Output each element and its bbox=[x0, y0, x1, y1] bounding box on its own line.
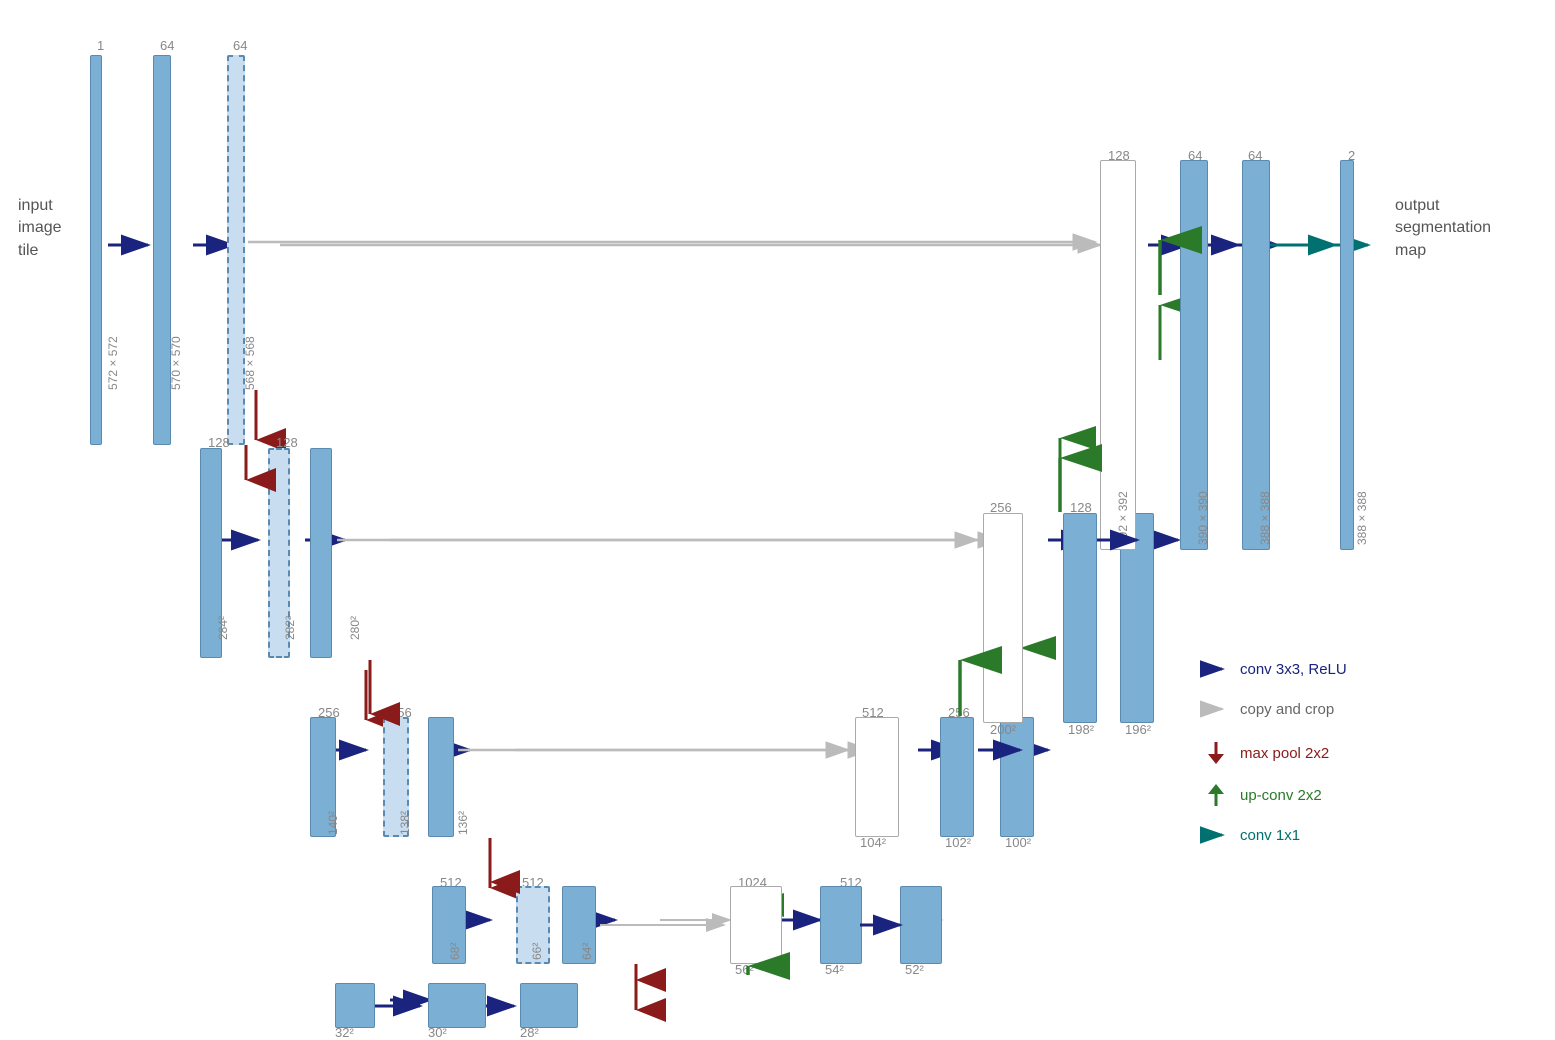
fmap-rr3-512 bbox=[855, 717, 899, 837]
fmap-r5-1024b bbox=[428, 983, 486, 1028]
size-rr1-2: 390 × 390 bbox=[1196, 491, 1210, 545]
size-r4-1: 68² bbox=[448, 943, 462, 960]
size-rr1-3: 388 × 388 bbox=[1258, 491, 1272, 545]
label-ch1-64b: 64 bbox=[233, 38, 247, 53]
size-r5-1: 32² bbox=[335, 1025, 354, 1040]
size-rr3-2: 102² bbox=[945, 835, 971, 850]
fmap-rr3-256a bbox=[940, 717, 974, 837]
legend-conv-label: conv 3x3, ReLU bbox=[1240, 661, 1347, 678]
size-r4-3: 64² bbox=[580, 943, 594, 960]
size-rr4-2: 54² bbox=[825, 962, 844, 977]
fmap-r2-128c bbox=[310, 448, 332, 658]
legend-maxpool: max pool 2x2 bbox=[1200, 742, 1329, 764]
fmap-r3-256c bbox=[428, 717, 454, 837]
size-r5-2: 30² bbox=[428, 1025, 447, 1040]
size-r2-2: 282² bbox=[283, 616, 297, 640]
fmap-r5-1024a bbox=[335, 983, 375, 1028]
size-rr2-2: 198² bbox=[1068, 722, 1094, 737]
fmap-rr2-128a bbox=[1063, 513, 1097, 723]
fmap-rr1-2 bbox=[1340, 160, 1354, 550]
size-r3-2: 138² bbox=[398, 811, 412, 835]
legend-upconv: up-conv 2x2 bbox=[1200, 784, 1322, 806]
legend-upconv-label: up-conv 2x2 bbox=[1240, 787, 1322, 804]
size-r4-2: 66² bbox=[530, 943, 544, 960]
size-r2-3: 280² bbox=[348, 616, 362, 640]
fmap-rr4-512a bbox=[820, 886, 862, 964]
fmap-rr4-1024 bbox=[730, 886, 782, 964]
fmap-rr4-512b bbox=[900, 886, 942, 964]
size-rr2-1: 200² bbox=[990, 722, 1016, 737]
output-label: outputsegmentationmap bbox=[1395, 195, 1491, 262]
legend-copy-label: copy and crop bbox=[1240, 701, 1334, 718]
fmap-rr2-256 bbox=[983, 513, 1023, 723]
legend-maxpool-label: max pool 2x2 bbox=[1240, 745, 1329, 762]
fmap-r5-1024c bbox=[520, 983, 578, 1028]
size-r1-1: 572 × 572 bbox=[106, 336, 120, 390]
size-r3-1: 140² bbox=[326, 811, 340, 835]
label-ch1-64a: 64 bbox=[160, 38, 174, 53]
size-rr3-1: 104² bbox=[860, 835, 886, 850]
size-rr1-4: 388 × 388 bbox=[1355, 491, 1369, 545]
size-r2-1: 284² bbox=[216, 616, 230, 640]
fmap-r1-1 bbox=[90, 55, 102, 445]
legend-conv: conv 3x3, ReLU bbox=[1200, 660, 1347, 678]
size-rr1-1: 392 × 392 bbox=[1116, 491, 1130, 545]
size-r5-3: 28² bbox=[520, 1025, 539, 1040]
size-r1-3: 568 × 568 bbox=[243, 336, 257, 390]
size-rr3-3: 100² bbox=[1005, 835, 1031, 850]
size-rr4-1: 56² bbox=[735, 962, 754, 977]
legend-conv1x1: conv 1x1 bbox=[1200, 826, 1300, 844]
size-rr4-3: 52² bbox=[905, 962, 924, 977]
size-rr2-3: 196² bbox=[1125, 722, 1151, 737]
legend-copy: copy and crop bbox=[1200, 700, 1334, 718]
size-r1-2: 570 × 570 bbox=[169, 336, 183, 390]
legend-conv1x1-label: conv 1x1 bbox=[1240, 827, 1300, 844]
label-ch1-1: 1 bbox=[97, 38, 104, 53]
size-r3-3: 136² bbox=[456, 811, 470, 835]
input-label: inputimagetile bbox=[18, 195, 62, 262]
